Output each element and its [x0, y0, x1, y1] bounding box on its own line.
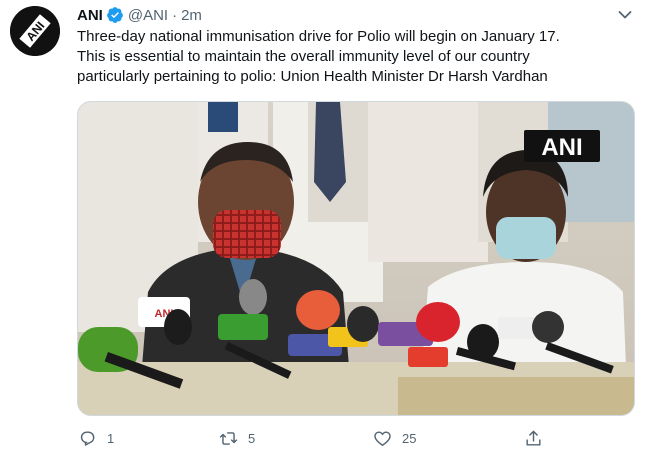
tweet-text-line: This is essential to maintain the overal… — [77, 48, 530, 65]
reply-icon — [80, 430, 95, 446]
heart-icon — [374, 430, 391, 446]
tweet[interactable]: ANI ANI @ANI · 2m Three-day national imm… — [0, 0, 662, 456]
separator-dot: · — [172, 6, 178, 24]
tweet-text-line: Three-day national immunisation drive fo… — [77, 28, 560, 45]
tweet-header: ANI @ANI · 2m — [77, 5, 202, 25]
media-watermark: ANI — [541, 134, 582, 161]
press-conference-photo: ANI ANI — [78, 102, 634, 415]
ani-logo-icon: ANI — [10, 6, 60, 56]
share-button[interactable] — [524, 427, 543, 449]
reply-count: 1 — [107, 430, 115, 446]
avatar[interactable]: ANI — [10, 6, 60, 56]
retweet-button[interactable]: 5 — [219, 427, 255, 449]
retweet-icon — [219, 431, 238, 445]
author-handle[interactable]: @ANI — [128, 7, 168, 24]
tweet-media-image[interactable]: ANI ANI — [77, 101, 635, 416]
verified-badge-icon — [106, 7, 123, 23]
tweet-text-line: particularly pertaining to polio: Union … — [77, 68, 548, 85]
tweet-timestamp[interactable]: 2m — [181, 7, 202, 24]
like-count: 25 — [402, 430, 417, 446]
author-name[interactable]: ANI — [77, 7, 103, 24]
retweet-count: 5 — [248, 430, 256, 446]
tweet-actions: 1 5 25 — [0, 427, 662, 449]
share-icon — [526, 430, 541, 446]
more-button[interactable] — [614, 6, 636, 24]
reply-button[interactable]: 1 — [78, 427, 114, 449]
chevron-down-icon — [618, 11, 632, 19]
like-button[interactable]: 25 — [373, 427, 416, 449]
tweet-text: Three-day national immunisation drive fo… — [77, 27, 637, 87]
